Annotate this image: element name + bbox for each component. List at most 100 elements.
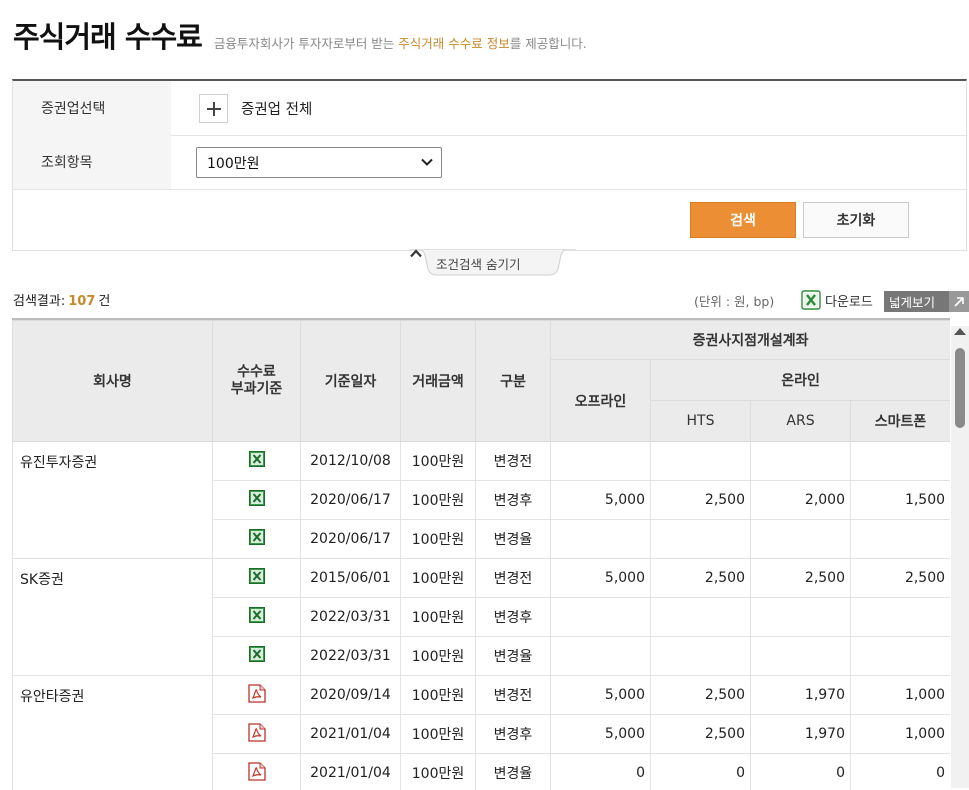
hts-cell [651,520,751,559]
ars-cell: 2,500 [751,559,851,598]
fee-basis-cell [213,481,301,520]
filter-row-broker: 증권업선택 증권업 전체 [13,81,966,136]
amount-cell: 100만원 [401,637,476,676]
fee-basis-cell [213,715,301,754]
ars-cell: 2,000 [751,481,851,520]
kind-cell: 변경후 [476,598,551,637]
hide-filter-toggle[interactable]: 조건검색 숨기기 [410,249,576,276]
reset-button[interactable]: 초기화 [803,202,909,238]
download-link[interactable]: 다운로드 [825,291,873,310]
amount-cell: 100만원 [401,520,476,559]
smartphone-cell: 1,000 [851,715,951,754]
hts-cell [651,598,751,637]
excel-icon[interactable] [249,451,265,467]
amount-cell: 100만원 [401,481,476,520]
fee-table: 회사명 수수료 부과기준 기준일자 거래금액 구분 증권사지점개설계좌 오프라인… [12,320,950,790]
result-count: 검색결과:107건 [13,290,110,309]
pdf-icon[interactable] [248,723,266,742]
page-subtitle: 금융투자회사가 투자자로부터 받는 주식거래 수수료 정보를 제공합니다. [214,33,587,52]
unit-note: (단위 : 원, bp) [694,291,774,310]
company-name: SK증권 [13,559,213,676]
subtitle-text-end: 를 제공합니다. [510,36,587,51]
add-broker-button[interactable] [199,94,228,123]
amount-cell: 100만원 [401,442,476,481]
page-title: 주식거래 수수료 [13,20,202,54]
filter-row-item: 조회항목 100만원 [13,135,966,190]
offline-cell: 5,000 [551,715,651,754]
date-cell: 2022/03/31 [301,637,401,676]
smartphone-cell [851,598,951,637]
excel-icon[interactable] [249,646,265,662]
offline-cell: 5,000 [551,481,651,520]
col-header-fee-basis: 수수료 부과기준 [213,321,301,442]
search-button[interactable]: 검색 [690,202,796,238]
offline-cell [551,442,651,481]
ars-cell [751,598,851,637]
smartphone-cell: 1,000 [851,676,951,715]
kind-cell: 변경후 [476,481,551,520]
pdf-icon[interactable] [248,684,266,703]
amount-cell: 100만원 [401,598,476,637]
chevron-up-icon [410,249,422,258]
date-cell: 2020/06/17 [301,520,401,559]
fee-basis-cell [213,754,301,790]
table-row: 유안타증권 2020/09/14 100만원 변경전 5,000 2,500 1… [13,676,951,715]
date-cell: 2012/10/08 [301,442,401,481]
fee-basis-line1: 수수료 [213,364,300,381]
ars-cell: 1,970 [751,715,851,754]
pdf-icon[interactable] [248,762,266,781]
date-cell: 2021/01/04 [301,715,401,754]
table-scrollbar[interactable] [951,326,969,788]
fee-table-container: 회사명 수수료 부과기준 기준일자 거래금액 구분 증권사지점개설계좌 오프라인… [12,318,950,790]
scrollbar-thumb[interactable] [955,348,965,428]
col-header-online: 온라인 [651,360,951,401]
fee-basis-cell [213,559,301,598]
excel-icon[interactable] [249,607,265,623]
result-count-label: 검색결과: [13,294,65,309]
kind-cell: 변경율 [476,637,551,676]
ars-cell: 1,970 [751,676,851,715]
hts-cell: 2,500 [651,676,751,715]
fee-basis-cell [213,442,301,481]
kind-cell: 변경율 [476,754,551,790]
company-name: 유안타증권 [13,676,213,790]
col-header-company: 회사명 [13,321,213,442]
result-count-number: 107 [68,294,95,309]
date-cell: 2020/09/14 [301,676,401,715]
hts-cell: 2,500 [651,481,751,520]
kind-cell: 변경율 [476,520,551,559]
hide-filter-label: 조건검색 숨기기 [436,254,520,273]
amount-cell: 100만원 [401,715,476,754]
offline-cell: 5,000 [551,559,651,598]
ars-cell [751,520,851,559]
hts-cell [651,442,751,481]
col-header-date: 기준일자 [301,321,401,442]
kind-cell: 변경전 [476,442,551,481]
amount-cell: 100만원 [401,676,476,715]
broker-filter-label: 증권업선택 [13,81,171,135]
smartphone-cell [851,520,951,559]
date-cell: 2022/03/31 [301,598,401,637]
amount-select[interactable]: 100만원 [196,147,442,178]
col-header-offline: 오프라인 [551,360,651,442]
offline-cell [551,520,651,559]
wide-view-button[interactable]: 넓게보기 [884,291,969,312]
kind-cell: 변경전 [476,559,551,598]
excel-icon[interactable] [801,290,821,310]
hts-cell: 0 [651,754,751,790]
smartphone-cell: 2,500 [851,559,951,598]
hts-cell [651,637,751,676]
excel-icon[interactable] [249,490,265,506]
excel-icon[interactable] [249,568,265,584]
item-filter-label: 조회항목 [13,135,171,189]
hts-cell: 2,500 [651,559,751,598]
col-header-branch-account: 증권사지점개설계좌 [551,321,951,360]
ars-cell: 0 [751,754,851,790]
excel-icon[interactable] [249,529,265,545]
fee-basis-cell [213,598,301,637]
smartphone-cell: 0 [851,754,951,790]
scroll-up-arrow-icon[interactable] [954,328,966,335]
chevron-down-icon [421,156,433,168]
date-cell: 2020/06/17 [301,481,401,520]
amount-cell: 100만원 [401,559,476,598]
